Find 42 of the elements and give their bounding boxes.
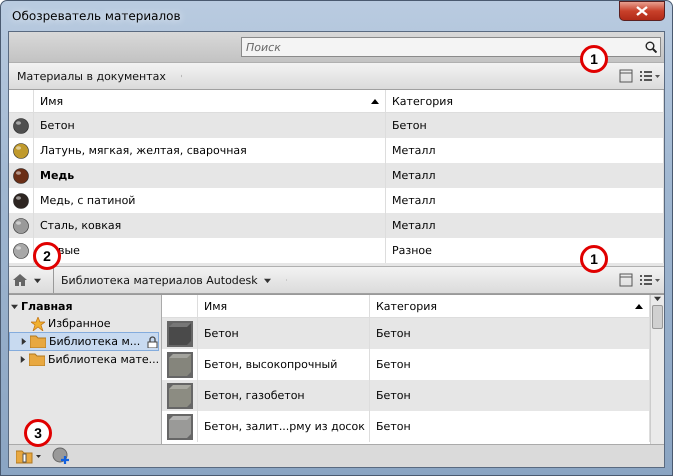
sort-arrow-icon (371, 98, 379, 104)
close-button[interactable] (619, 1, 665, 21)
table-cell: Бетон (386, 113, 664, 138)
tree-item[interactable]: Библиотека м... (9, 332, 159, 351)
caret-icon (34, 276, 41, 284)
home-icon (12, 273, 28, 287)
sort-arrow-icon (635, 304, 643, 308)
caret-icon (19, 356, 26, 363)
column-header[interactable]: Имя (198, 295, 370, 318)
star-icon (31, 316, 45, 330)
caret-icon (20, 338, 27, 345)
table-cell: Металл (386, 213, 664, 238)
window-title: Обозреватель материалов (11, 9, 181, 23)
sphere-plus-icon (52, 447, 70, 465)
table-cell: Бетон (370, 318, 650, 349)
table-cell: Сталь, ковкая (34, 213, 386, 238)
table-cell: Бетон, газобетон (198, 380, 370, 411)
table-cell: Металл (386, 163, 664, 188)
tree-item[interactable]: Главная (9, 298, 161, 315)
close-icon (636, 6, 648, 16)
table-cell: Медь (34, 163, 386, 188)
panel-icon (619, 273, 633, 287)
column-header[interactable]: Категория (370, 295, 650, 318)
table-cell: Бетон (370, 380, 650, 411)
tree-item[interactable]: Библиотека мате... (9, 351, 161, 368)
tree-item[interactable]: Избранное (9, 315, 161, 332)
scroll-thumb[interactable] (652, 305, 663, 329)
list-icon (639, 273, 661, 287)
column-header[interactable]: Имя (34, 90, 386, 113)
folder-icon (16, 448, 42, 464)
search-icon (645, 41, 657, 53)
lock-icon (147, 336, 158, 348)
folder-icon (30, 335, 46, 348)
scrollbar[interactable] (650, 295, 664, 444)
folder-icon (29, 353, 45, 366)
table-cell: Бетон (34, 113, 386, 138)
list-icon (639, 69, 661, 83)
caret-icon (11, 303, 18, 310)
panel-icon (619, 69, 633, 83)
caret-icon (264, 276, 271, 284)
table-cell: Бетон (198, 318, 370, 349)
column-header[interactable]: Категория (386, 90, 664, 113)
